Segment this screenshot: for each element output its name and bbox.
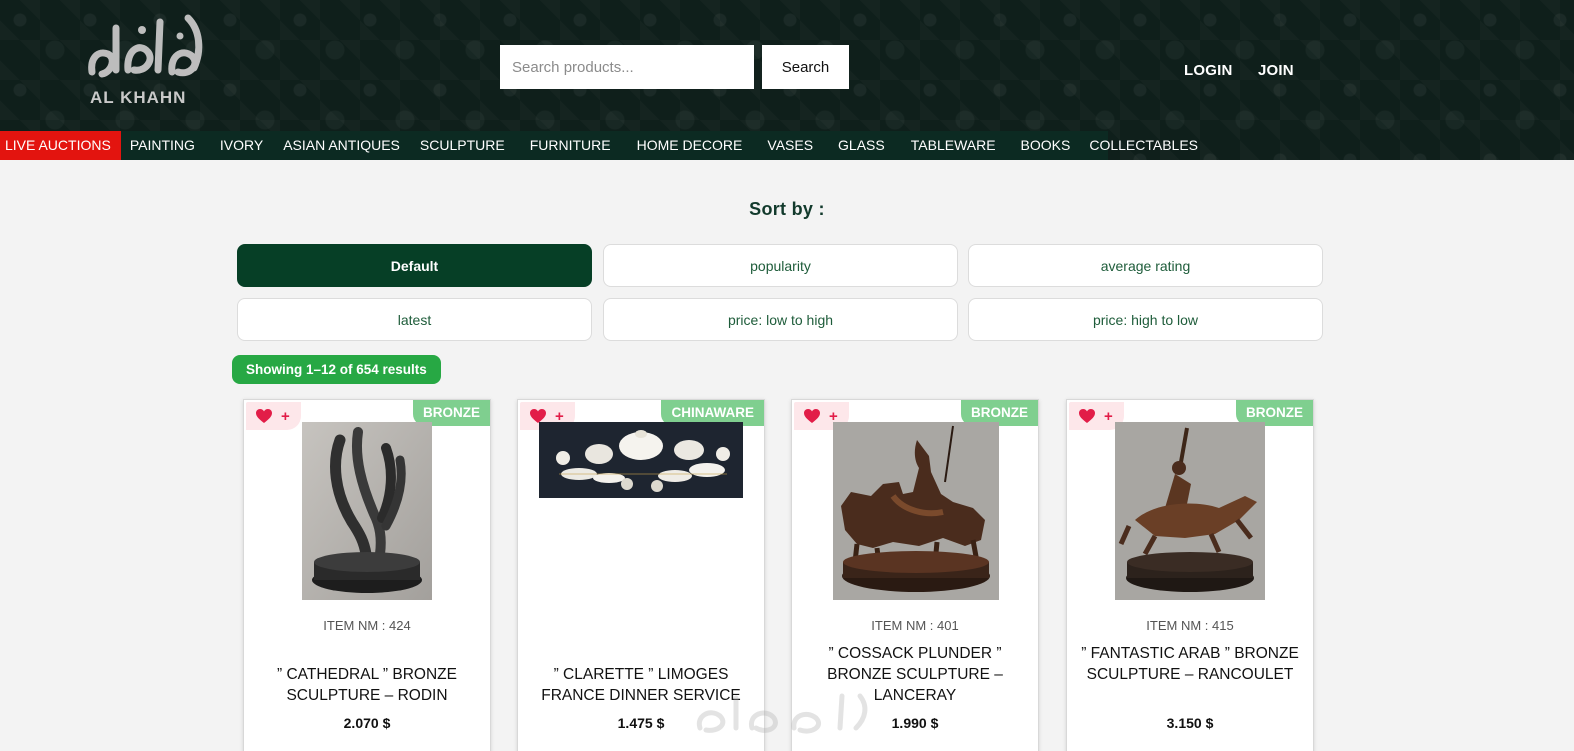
- heart-icon: [1079, 409, 1095, 423]
- nav-item-ivory[interactable]: IVORY: [220, 131, 263, 160]
- product-title[interactable]: ” CATHEDRAL ” BRONZE SCULPTURE – RODIN: [258, 664, 476, 706]
- nav-item-sculpture[interactable]: SCULPTURE: [420, 131, 505, 160]
- join-link[interactable]: JOIN: [1258, 62, 1294, 79]
- plus-icon: +: [281, 407, 290, 425]
- sort-average-rating-button[interactable]: average rating: [968, 244, 1323, 287]
- heart-icon: [804, 409, 820, 423]
- product-image[interactable]: [302, 422, 432, 600]
- nav-item-asian-antiques[interactable]: ASIAN ANTIQUES: [283, 131, 400, 160]
- nav-item-furniture[interactable]: FURNITURE: [530, 131, 611, 160]
- login-link[interactable]: LOGIN: [1184, 62, 1233, 79]
- logo-text: AL KHAHN: [90, 88, 187, 107]
- item-number: ITEM NM : 401: [871, 618, 959, 633]
- category-nav: LIVE AUCTIONS PAINTING IVORY ASIAN ANTIQ…: [0, 131, 1198, 160]
- sort-default-button[interactable]: Default: [237, 244, 592, 287]
- logo-mark: [88, 14, 203, 78]
- search-input[interactable]: [500, 45, 754, 89]
- nav-item-vases[interactable]: VASES: [767, 131, 813, 160]
- item-number: ITEM NM : 424: [323, 618, 411, 633]
- nav-item-books[interactable]: BOOKS: [1021, 131, 1071, 160]
- product-price: 2.070 $: [343, 715, 391, 731]
- results-count: Showing 1–12 of 654 results: [232, 355, 441, 384]
- product-title[interactable]: ” FANTASTIC ARAB ” BRONZE SCULPTURE – RA…: [1081, 643, 1299, 685]
- nav-item-painting[interactable]: PAINTING: [130, 131, 195, 160]
- heart-icon: [256, 409, 272, 423]
- plus-icon: +: [1104, 407, 1113, 425]
- favorite-button[interactable]: +: [246, 402, 301, 430]
- sort-popularity-button[interactable]: popularity: [603, 244, 958, 287]
- logo[interactable]: AL KHAHN: [78, 10, 218, 110]
- product-card[interactable]: + BRONZE ITEM NM : 415 ” FANTASTIC ARAB …: [1066, 399, 1314, 751]
- nav-item-tableware[interactable]: TABLEWARE: [911, 131, 996, 160]
- item-number: ITEM NM : 415: [1146, 618, 1234, 633]
- nav-item-collectables[interactable]: COLLECTABLES: [1089, 131, 1198, 160]
- nav-item-live-auctions[interactable]: LIVE AUCTIONS: [0, 131, 121, 160]
- watermark-logo: [696, 693, 868, 734]
- nav-item-home-decore[interactable]: HOME DECORE: [637, 131, 743, 160]
- search-button[interactable]: Search: [762, 45, 849, 89]
- product-image[interactable]: [1115, 422, 1265, 600]
- nav-item-glass[interactable]: GLASS: [838, 131, 885, 160]
- sort-title: Sort by :: [749, 199, 825, 219]
- product-price: 3.150 $: [1166, 715, 1214, 731]
- product-image[interactable]: [539, 422, 743, 498]
- product-image[interactable]: [833, 422, 999, 600]
- sort-latest-button[interactable]: latest: [237, 298, 592, 341]
- sort-price-low-high-button[interactable]: price: low to high: [603, 298, 958, 341]
- product-card[interactable]: + BRONZE ITEM NM : 424 ” CATHEDRAL ” BRO…: [243, 399, 491, 751]
- sort-price-high-low-button[interactable]: price: high to low: [968, 298, 1323, 341]
